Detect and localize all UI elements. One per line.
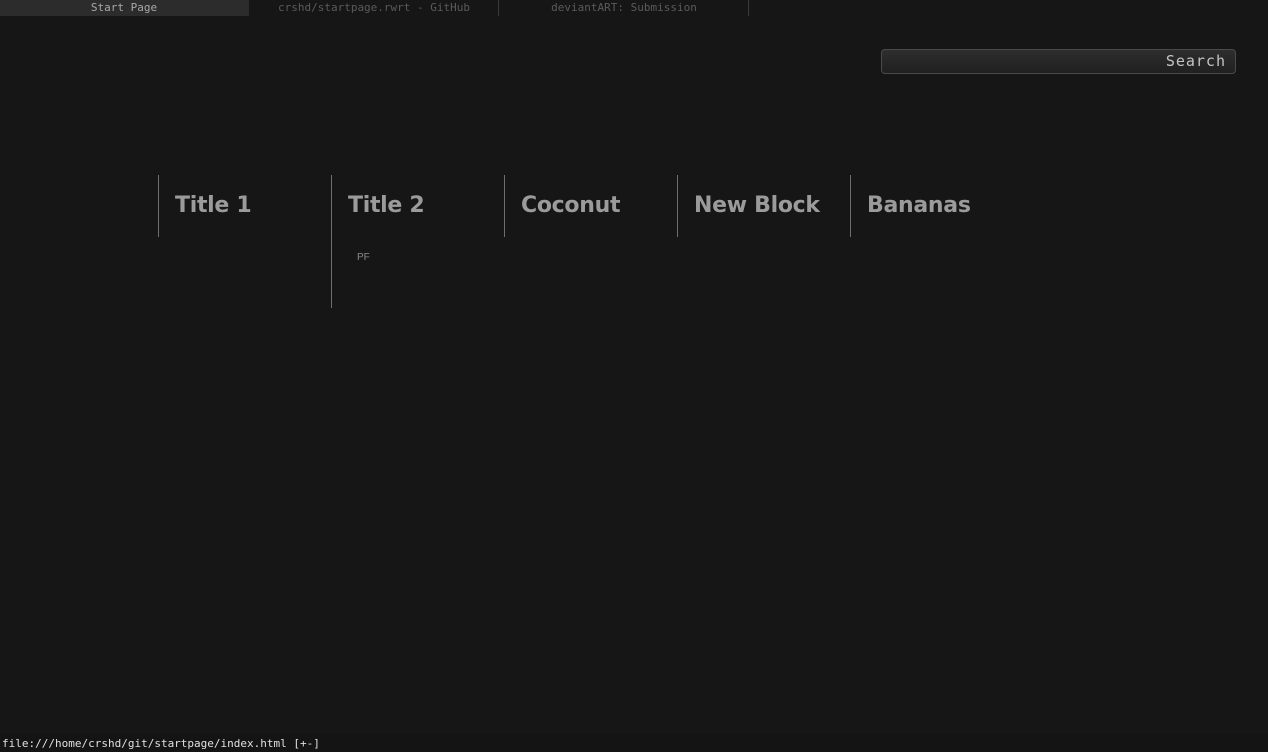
block-coconut: Coconut: [504, 175, 677, 237]
status-url: file:///home/crshd/git/startpage/index.h…: [2, 737, 320, 750]
search-button[interactable]: Search: [1166, 52, 1226, 71]
tab-github[interactable]: crshd/startpage.rwrt - GitHub: [250, 0, 499, 16]
search-box: Search: [881, 49, 1236, 74]
block-link-pf[interactable]: PF: [357, 252, 370, 264]
block-title-1: Title 1: [158, 175, 331, 237]
block-title: Title 1: [175, 193, 252, 218]
status-bar: file:///home/crshd/git/startpage/index.h…: [0, 735, 1268, 752]
block-bananas: Bananas: [850, 175, 1023, 237]
block-title-2: Title 2 PF: [331, 175, 504, 308]
tab-deviantart[interactable]: deviantART: Submission: [500, 0, 749, 16]
search-input[interactable]: [886, 52, 1170, 73]
block-new-block: New Block: [677, 175, 850, 237]
block-title: New Block: [694, 193, 820, 218]
block-title: Title 2: [348, 193, 425, 218]
tab-start-page[interactable]: Start Page: [0, 0, 249, 16]
block-title: Coconut: [521, 193, 621, 218]
block-title: Bananas: [867, 193, 971, 218]
tab-bar: Start Page crshd/startpage.rwrt - GitHub…: [0, 0, 1268, 16]
